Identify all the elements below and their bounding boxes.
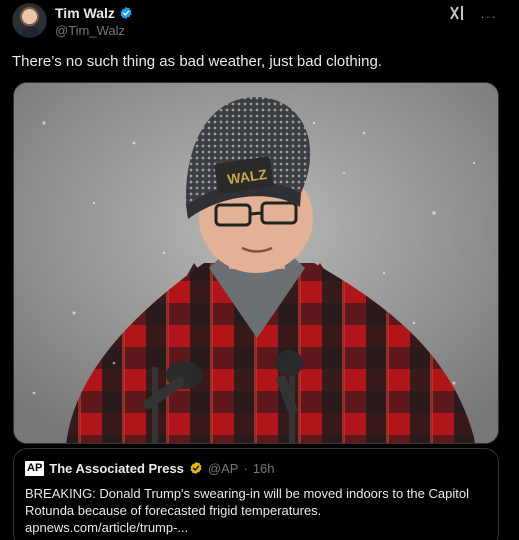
post: Tim Walz @Tim_Walz ··· There’s no such t… bbox=[0, 0, 519, 540]
verified-badge-icon bbox=[120, 6, 132, 20]
author-name[interactable]: Tim Walz bbox=[55, 5, 115, 21]
author-avatar[interactable] bbox=[12, 3, 47, 38]
post-text: There’s no such thing as bad weather, ju… bbox=[12, 53, 382, 70]
quoted-author-name: The Associated Press bbox=[49, 460, 184, 476]
quoted-post-link[interactable]: apnews.com/article/trump-... bbox=[25, 519, 487, 536]
ap-logo: AP bbox=[25, 460, 45, 476]
quoted-post-time: 16h bbox=[252, 460, 275, 476]
quoted-post[interactable]: AP The Associated Press @AP · 16h BREAKI… bbox=[13, 448, 499, 540]
post-image[interactable]: WALZ bbox=[13, 82, 499, 444]
walz-snow-photo: WALZ bbox=[14, 83, 498, 443]
verified-gold-badge-icon bbox=[190, 461, 202, 475]
more-options-button[interactable]: ··· bbox=[480, 8, 497, 24]
quoted-post-text: BREAKING: Donald Trump's swearing-in wil… bbox=[25, 486, 469, 518]
separator-dot: · bbox=[243, 460, 248, 476]
author-name-row: Tim Walz bbox=[55, 5, 133, 21]
author-handle[interactable]: @Tim_Walz bbox=[55, 23, 125, 38]
quoted-author-handle: @AP bbox=[207, 460, 239, 476]
quoted-post-header: AP The Associated Press @AP · 16h bbox=[25, 459, 487, 477]
post-header-actions: ··· bbox=[448, 4, 497, 27]
grok-icon[interactable] bbox=[448, 4, 466, 27]
